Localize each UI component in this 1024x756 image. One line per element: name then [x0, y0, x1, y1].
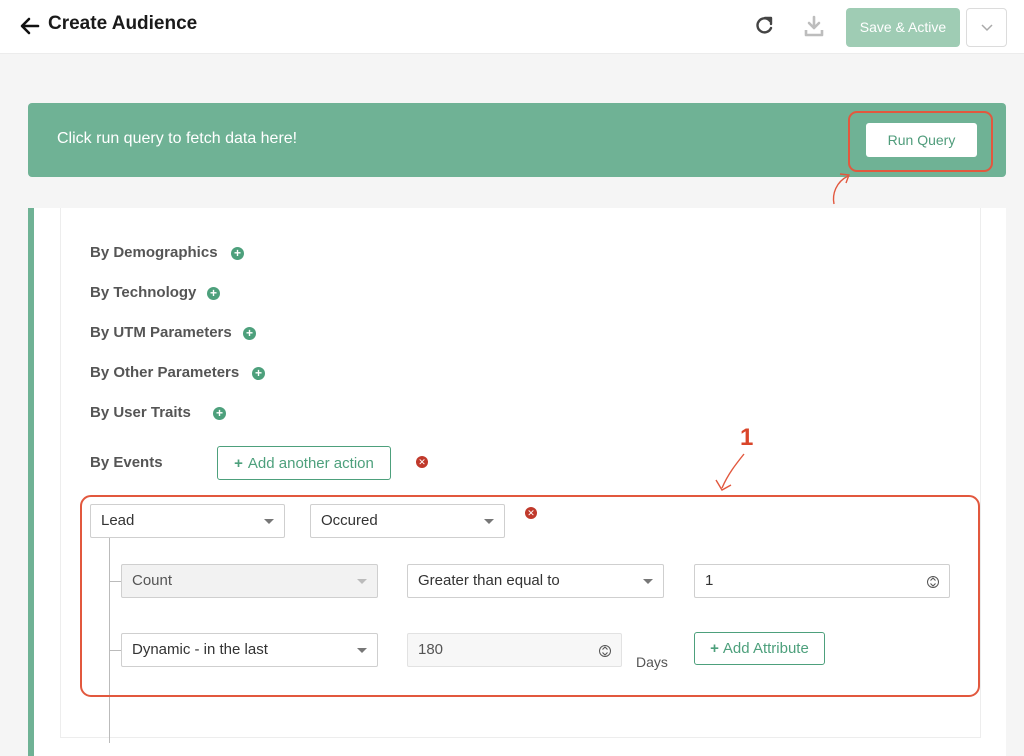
top-header: Create Audience Save & Active: [0, 0, 1024, 54]
plus-icon: +: [234, 454, 243, 472]
add-another-action-button[interactable]: + Add another action: [217, 446, 391, 480]
refresh-icon[interactable]: [752, 14, 776, 38]
remove-events-icon[interactable]: ✕: [416, 456, 428, 468]
category-other-parameters: By Other Parameters: [90, 364, 240, 381]
add-other-parameters-icon[interactable]: +: [252, 367, 265, 380]
annotation-highlight-event-block: [80, 495, 980, 697]
annotation-highlight-run-query: [848, 111, 993, 172]
category-technology: By Technology: [90, 284, 197, 301]
chevron-down-icon: [981, 24, 993, 32]
save-active-button[interactable]: Save & Active: [846, 8, 960, 47]
more-options-button[interactable]: [966, 8, 1007, 47]
download-icon[interactable]: [802, 14, 826, 38]
category-events: By Events: [90, 454, 163, 471]
annotation-number-1: 1: [740, 424, 754, 451]
back-arrow-icon[interactable]: [18, 14, 42, 38]
annotation-arrow-1: [715, 453, 745, 491]
category-utm-parameters: By UTM Parameters: [90, 324, 232, 341]
page-title: Create Audience: [48, 13, 198, 34]
annotation-arrow-2: [832, 173, 850, 205]
add-demographics-icon[interactable]: +: [231, 247, 244, 260]
add-user-traits-icon[interactable]: +: [213, 407, 226, 420]
category-user-traits: By User Traits: [90, 404, 191, 421]
category-demographics: By Demographics: [90, 244, 218, 261]
query-banner-message: Click run query to fetch data here!: [57, 130, 298, 147]
add-action-label: Add another action: [247, 454, 374, 472]
add-technology-icon[interactable]: +: [207, 287, 220, 300]
add-utm-parameters-icon[interactable]: +: [243, 327, 256, 340]
